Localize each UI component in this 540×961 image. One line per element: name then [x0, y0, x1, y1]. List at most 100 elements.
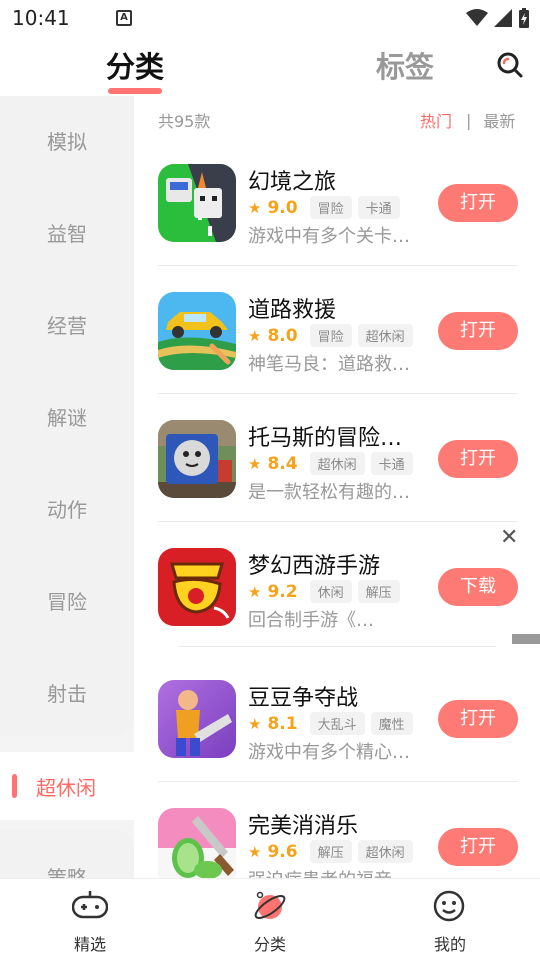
planet-icon [254, 891, 286, 919]
bottom-nav: 精选 分类 我的 [0, 878, 540, 960]
tab-tags[interactable]: 标签 [376, 44, 434, 86]
open-button[interactable]: 打开 [438, 828, 518, 866]
system-icons [466, 8, 530, 28]
game-description: 强迫症患者的福音… [248, 866, 410, 878]
game-description: 游戏中有多个精心… [248, 742, 410, 763]
game-description: 神笔马良：道路救… [248, 354, 410, 375]
game-tag: 冒险 [309, 324, 352, 347]
ad-close-icon[interactable]: ✕ [500, 527, 518, 549]
search-icon[interactable] [496, 51, 524, 79]
sidebar-item-label: 策略 [47, 866, 87, 878]
game-meta: ★ 8.0 冒险 超休闲 [248, 324, 413, 347]
game-score: 8.0 [267, 325, 298, 346]
nav-profile[interactable]: 我的 [360, 879, 540, 961]
list-item[interactable]: 托马斯的冒险… ★ 8.4 超休闲 卡通 是一款轻松有趣的… 打开 [158, 394, 518, 522]
game-meta: ★ 8.4 超休闲 卡通 [248, 452, 413, 475]
game-icon [158, 680, 236, 758]
nav-label: 分类 [253, 935, 286, 954]
game-description: 是一款轻松有趣的… [248, 482, 410, 503]
sort-options: 热门 | 最新 [420, 108, 515, 132]
game-count: 共95款 [158, 112, 211, 131]
game-tag: 卡通 [370, 452, 413, 475]
open-button[interactable]: 打开 [438, 700, 518, 738]
category-sidebar: 模拟 益智 经营 解谜 动作 冒险 射击 超休闲 策略 [0, 96, 134, 878]
sidebar-active-indicator [12, 774, 17, 798]
gamepad-icon [72, 891, 108, 919]
notification-icon: A [116, 10, 132, 26]
download-button[interactable]: 下载 [438, 568, 518, 606]
list-item[interactable]: 梦幻西游手游 ★ 9.2 休闲 解压 回合制手游《… 下载 [158, 522, 518, 650]
smiley-icon [433, 890, 465, 922]
tab-category[interactable]: 分类 [106, 44, 164, 86]
sidebar-group: 模拟 益智 经营 解谜 动作 冒险 射击 [0, 96, 134, 736]
game-score: 8.1 [267, 713, 298, 734]
sidebar-item-puzzle[interactable]: 益智 [0, 218, 134, 247]
sidebar-item-strategy[interactable]: 策略 [0, 830, 134, 878]
battery-icon [519, 8, 529, 28]
tab-active-indicator [108, 88, 162, 94]
game-meta: ★ 9.0 冒险 卡通 [248, 196, 400, 219]
game-meta: ★ 8.1 大乱斗 魔性 [248, 712, 413, 735]
game-icon [158, 292, 236, 370]
list-item[interactable]: 完美消消乐 ★ 9.6 解压 超休闲 强迫症患者的福音… 打开 [158, 782, 518, 878]
top-tab-bar: 分类 标签 [0, 36, 540, 98]
game-tag: 魔性 [370, 712, 413, 735]
sidebar-item-shooting[interactable]: 射击 [0, 678, 134, 707]
open-button[interactable]: 打开 [438, 184, 518, 222]
sidebar-item-action[interactable]: 动作 [0, 494, 134, 523]
star-icon: ★ [248, 326, 262, 345]
game-tag: 休闲 [309, 580, 352, 603]
open-button[interactable]: 打开 [438, 312, 518, 350]
game-tag: 冒险 [309, 196, 352, 219]
status-time: 10:41 [12, 6, 70, 30]
game-name: 道路救援 [248, 298, 337, 323]
sort-hot-button[interactable]: 热门 [420, 108, 452, 132]
game-icon [158, 548, 236, 626]
game-icon [158, 808, 236, 878]
game-name: 幻境之旅 [248, 170, 337, 195]
game-name: 梦幻西游手游 [248, 554, 381, 579]
game-tag: 解压 [357, 580, 400, 603]
game-name: 托马斯的冒险… [248, 426, 403, 451]
nav-label: 我的 [433, 935, 466, 954]
game-name: 完美消消乐 [248, 814, 359, 839]
game-description: 回合制手游《… [248, 610, 374, 631]
nav-label: 精选 [73, 935, 106, 954]
sidebar-item-mystery[interactable]: 解谜 [0, 402, 134, 431]
sort-new-button[interactable]: 最新 [483, 108, 515, 132]
game-name: 豆豆争夺战 [248, 686, 359, 711]
star-icon: ★ [248, 842, 262, 861]
ad-divider [178, 646, 496, 647]
game-meta: ★ 9.6 解压 超休闲 [248, 840, 413, 863]
ad-label-icon [512, 634, 540, 644]
game-tag: 大乱斗 [309, 712, 365, 735]
sidebar-item-adventure[interactable]: 冒险 [0, 586, 134, 615]
sidebar-item-label: 超休闲 [36, 776, 96, 800]
sort-divider: | [466, 110, 472, 130]
game-description: 游戏中有多个关卡… [248, 226, 410, 247]
wifi-icon [466, 9, 488, 26]
list-item[interactable]: 幻境之旅 ★ 9.0 冒险 卡通 游戏中有多个关卡… 打开 [158, 138, 518, 266]
open-button[interactable]: 打开 [438, 440, 518, 478]
game-score: 9.0 [267, 197, 298, 218]
list-item[interactable]: 豆豆争夺战 ★ 8.1 大乱斗 魔性 游戏中有多个精心… 打开 [158, 654, 518, 782]
list-item[interactable]: 道路救援 ★ 8.0 冒险 超休闲 神笔马良：道路救… 打开 [158, 266, 518, 394]
sidebar-item-simulation[interactable]: 模拟 [0, 126, 134, 155]
star-icon: ★ [248, 714, 262, 733]
status-bar: 10:41 A [0, 0, 540, 36]
nav-category[interactable]: 分类 [180, 879, 360, 961]
signal-icon [494, 9, 512, 27]
game-icon [158, 164, 236, 242]
sidebar-item-hypercasual[interactable]: 超休闲 [0, 752, 134, 820]
sidebar-item-management[interactable]: 经营 [0, 310, 134, 339]
game-tag: 解压 [309, 840, 352, 863]
star-icon: ★ [248, 454, 262, 473]
game-score: 9.2 [267, 581, 298, 602]
game-tag: 超休闲 [357, 324, 413, 347]
star-icon: ★ [248, 582, 262, 601]
game-icon [158, 420, 236, 498]
game-tag: 卡通 [357, 196, 400, 219]
nav-featured[interactable]: 精选 [0, 879, 180, 961]
game-score: 8.4 [267, 453, 298, 474]
game-tag: 超休闲 [309, 452, 365, 475]
